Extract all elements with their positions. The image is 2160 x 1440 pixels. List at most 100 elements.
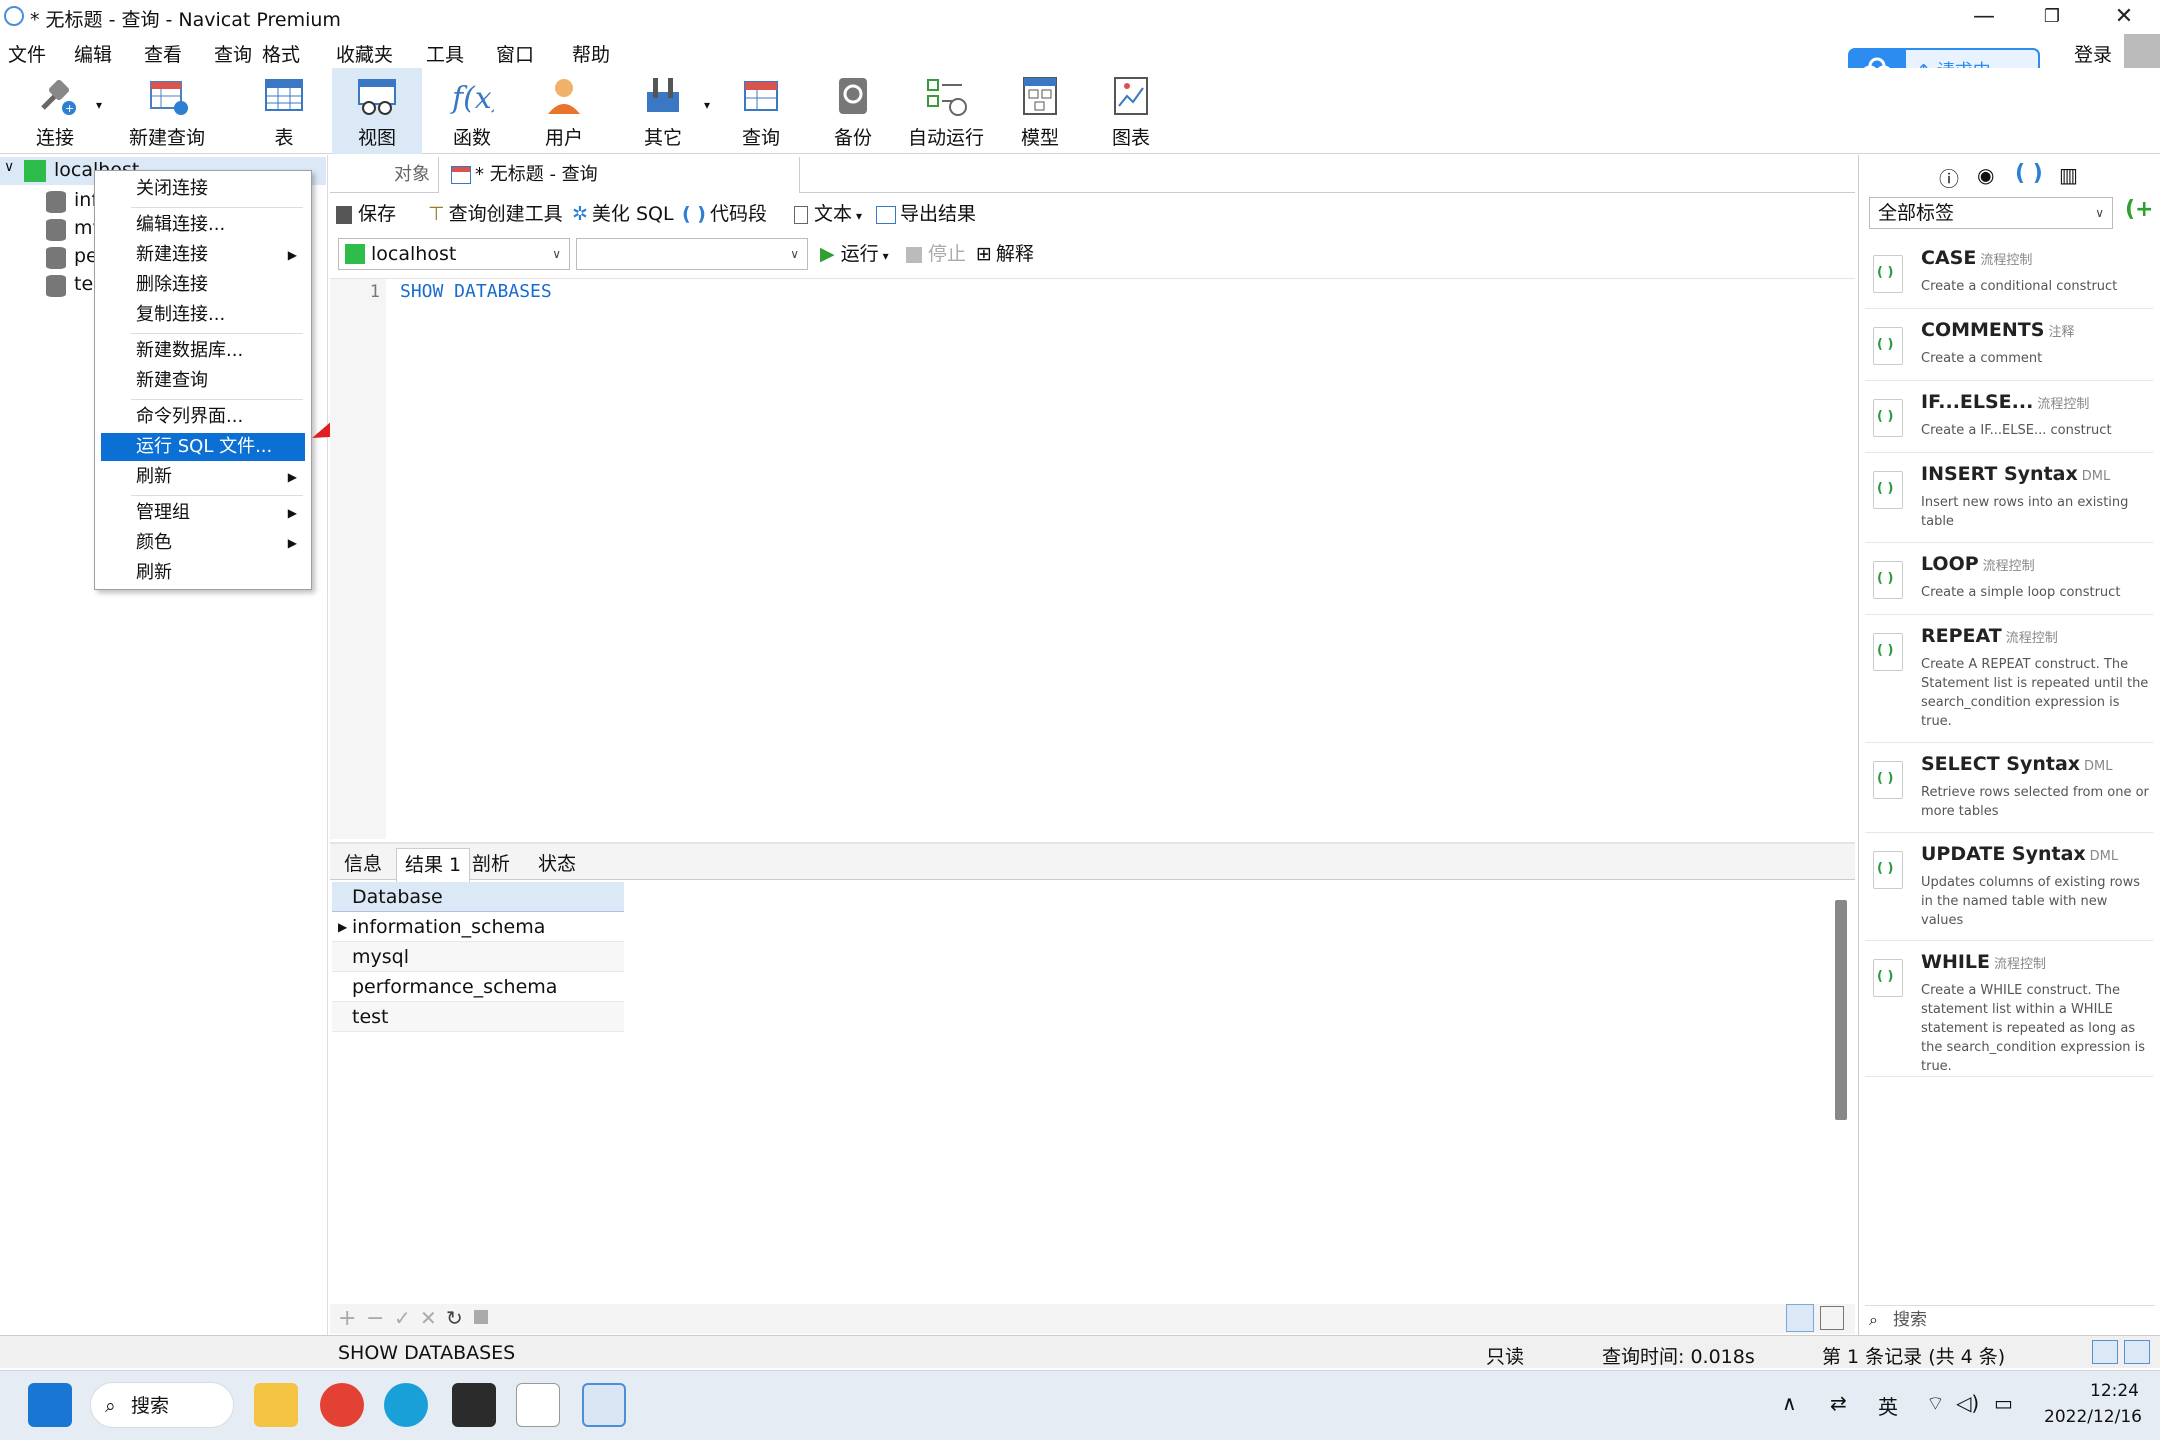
delete-row-icon[interactable]: −	[366, 1306, 384, 1331]
toolbar-chart[interactable]: 图表	[1098, 68, 1164, 154]
tag-filter-select[interactable]: 全部标签 ∨	[1869, 197, 2113, 229]
ime-indicator[interactable]: 英	[1878, 1391, 1898, 1420]
run-button[interactable]: ▶ 运行 ▾	[820, 236, 889, 272]
ctx-close-connection[interactable]: 关闭连接	[101, 175, 305, 203]
tab-status[interactable]: 状态	[530, 848, 584, 882]
battery-icon[interactable]: ▭	[1994, 1391, 2013, 1415]
tree-db-3[interactable]: pe	[0, 243, 100, 271]
menu-edit[interactable]: 编辑	[74, 40, 112, 67]
export-results-button[interactable]: 导出结果	[876, 196, 976, 232]
toolbar-automation[interactable]: 自动运行	[906, 68, 986, 154]
snippet-item[interactable]: LOOP流程控制 Create a simple loop construct	[1865, 547, 2153, 615]
column-header-database[interactable]: Database	[332, 882, 624, 912]
table-row[interactable]: ▶ information_schema	[332, 912, 624, 942]
toolbar-user[interactable]: 用户	[530, 68, 598, 154]
beautify-sql-button[interactable]: ✲ 美化 SQL	[572, 196, 674, 232]
tab-profile[interactable]: 剖析	[464, 848, 518, 882]
settings-sliders-icon[interactable]: ⇄	[1830, 1391, 1847, 1415]
snippet-item[interactable]: WHILE流程控制 Create a WHILE construct. The …	[1865, 945, 2153, 1077]
menu-format[interactable]: 格式	[262, 40, 300, 67]
login-link[interactable]: 登录	[2074, 40, 2112, 67]
wifi-icon[interactable]: ⌔	[1926, 1391, 1945, 1416]
snippet-button[interactable]: ( ) 代码段	[682, 196, 767, 232]
chevron-up-icon[interactable]: ∧	[1782, 1391, 1797, 1415]
menu-help[interactable]: 帮助	[572, 40, 610, 67]
results-scrollbar[interactable]	[1835, 900, 1847, 1120]
snippet-icon[interactable]: ( )	[2015, 161, 2043, 186]
menu-window[interactable]: 窗口	[496, 40, 534, 67]
snippet-item[interactable]: INSERT SyntaxDML Insert new rows into an…	[1865, 457, 2153, 543]
toolbar-connect[interactable]: + 连接	[20, 68, 90, 154]
info-icon[interactable]: ⓘ	[1939, 163, 1959, 192]
ctx-delete-connection[interactable]: 删除连接	[101, 271, 305, 299]
ctx-color[interactable]: 颜色 ▶	[101, 529, 305, 557]
database-select[interactable]: ∨	[576, 238, 808, 270]
tree-db-2[interactable]: my	[0, 215, 104, 243]
eye-icon[interactable]: ◉	[1977, 163, 1994, 187]
windows-start-icon[interactable]	[28, 1383, 72, 1427]
snippet-item[interactable]: REPEAT流程控制 Create A REPEAT construct. Th…	[1865, 619, 2153, 743]
code-line[interactable]: SHOW DATABASES	[400, 279, 552, 305]
discard-icon[interactable]: ✕	[420, 1306, 437, 1330]
table-row[interactable]: performance_schema	[332, 972, 624, 1002]
toolbar-function[interactable]: f(x) 函数	[440, 68, 504, 154]
terminal-icon[interactable]	[452, 1383, 496, 1427]
tree-db-1[interactable]: inf	[0, 187, 100, 215]
snippet-item[interactable]: UPDATE SyntaxDML Updates columns of exis…	[1865, 837, 2153, 941]
taskbar-search[interactable]: ⌕ 搜索	[90, 1382, 234, 1428]
toolbar-query[interactable]: 查询	[728, 68, 794, 154]
toolbar-backup[interactable]: 备份	[820, 68, 886, 154]
connect-dropdown-icon[interactable]: ▾	[96, 98, 102, 112]
ctx-refresh[interactable]: 刷新	[101, 559, 305, 587]
chrome-icon[interactable]	[320, 1383, 364, 1427]
clock-date[interactable]: 2022/12/16	[2044, 1407, 2142, 1427]
menu-query[interactable]: 查询	[214, 40, 252, 67]
stop-icon[interactable]	[474, 1310, 488, 1324]
stop-button[interactable]: 停止	[906, 236, 966, 272]
refresh-icon[interactable]: ↻	[446, 1306, 463, 1330]
ctx-manage-group[interactable]: 管理组 ▶	[101, 499, 305, 527]
add-row-icon[interactable]: +	[338, 1306, 356, 1331]
navicat-icon[interactable]	[582, 1383, 626, 1427]
apply-icon[interactable]: ✓	[394, 1306, 411, 1330]
menu-favorites[interactable]: 收藏夹	[336, 40, 393, 67]
snippet-item[interactable]: CASE流程控制 Create a conditional construct	[1865, 241, 2153, 309]
snippet-item[interactable]: IF...ELSE...流程控制 Create a IF...ELSE... c…	[1865, 385, 2153, 453]
volume-icon[interactable]: ◁)	[1956, 1391, 1979, 1415]
connection-select[interactable]: localhost ∨	[338, 238, 570, 270]
snippet-search[interactable]: ⌕ 搜索	[1865, 1305, 2155, 1333]
ctx-copy-connection[interactable]: 复制连接...	[101, 301, 305, 329]
toolbar-view[interactable]: 视图	[332, 68, 422, 154]
menu-file[interactable]: 文件	[8, 40, 46, 67]
edge-icon[interactable]	[384, 1383, 428, 1427]
query-builder-button[interactable]: ⊤ 查询创建工具	[428, 196, 563, 232]
typora-icon[interactable]	[516, 1383, 560, 1427]
grid-icon[interactable]: ▥	[2059, 163, 2078, 187]
tab-query[interactable]: * 无标题 - 查询	[438, 157, 800, 193]
menu-tools[interactable]: 工具	[426, 40, 464, 67]
panel-right-icon[interactable]	[2124, 1340, 2150, 1364]
tree-db-4[interactable]: tes	[0, 271, 103, 299]
maximize-button[interactable]: ❐	[2022, 2, 2082, 32]
explain-button[interactable]: ⊞ 解释	[976, 236, 1034, 272]
clock-time[interactable]: 12:24	[2090, 1381, 2139, 1401]
table-row[interactable]: mysql	[332, 942, 624, 972]
save-button[interactable]: 保存	[336, 196, 396, 232]
text-button[interactable]: 文本 ▾	[794, 196, 862, 232]
ctx-run-sql-file[interactable]: 运行 SQL 文件...	[101, 433, 305, 461]
snippet-item[interactable]: SELECT SyntaxDML Retrieve rows selected …	[1865, 747, 2153, 833]
toolbar-new-query[interactable]: 新建查询	[112, 68, 222, 154]
chevron-down-icon[interactable]: ∨	[4, 159, 14, 175]
snippet-item[interactable]: COMMENTS注释 Create a comment	[1865, 313, 2153, 381]
others-dropdown-icon[interactable]: ▾	[704, 98, 710, 112]
tab-result-1[interactable]: 结果 1	[396, 848, 471, 882]
sql-editor[interactable]: 1 SHOW DATABASES	[330, 278, 1855, 839]
table-row[interactable]: test	[332, 1002, 624, 1032]
ctx-new-query[interactable]: 新建查询	[101, 367, 305, 395]
ctx-new-connection[interactable]: 新建连接 ▶	[101, 241, 305, 269]
toolbar-table[interactable]: 表	[252, 68, 316, 154]
close-button[interactable]: ✕	[2094, 2, 2154, 32]
ctx-refresh-sub[interactable]: 刷新 ▶	[101, 463, 305, 491]
minimize-button[interactable]: —	[1954, 2, 2014, 32]
ctx-new-database[interactable]: 新建数据库...	[101, 337, 305, 365]
